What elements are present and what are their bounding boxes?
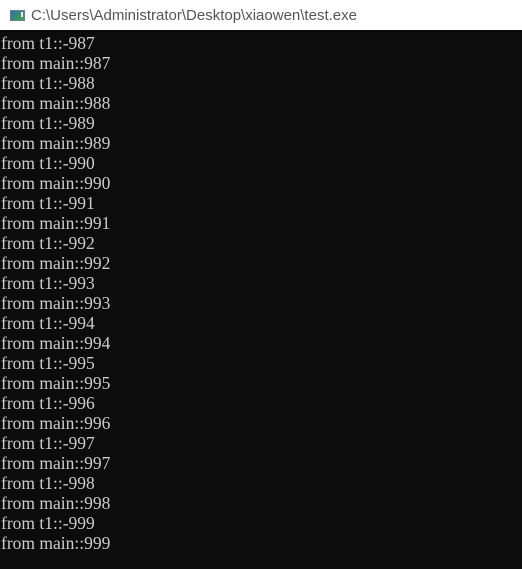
console-line: from main::994	[1, 333, 111, 353]
console-line: from main::999	[1, 533, 111, 553]
console-line: from t1::-994	[1, 313, 95, 333]
window-titlebar[interactable]: C:\Users\Administrator\Desktop\xiaowen\t…	[0, 0, 522, 30]
console-line: from t1::-988	[1, 73, 95, 93]
console-line: from main::990	[1, 173, 111, 193]
window-title: C:\Users\Administrator\Desktop\xiaowen\t…	[31, 6, 357, 24]
console-line: from main::992	[1, 253, 111, 273]
console-line: from t1::-991	[1, 193, 95, 213]
console-line: from main::987	[1, 53, 111, 73]
console-line: from t1::-998	[1, 473, 95, 493]
console-line: from main::997	[1, 453, 111, 473]
console-line: from t1::-989	[1, 113, 95, 133]
console-line: from t1::-992	[1, 233, 95, 253]
console-line: from t1::-995	[1, 353, 95, 373]
console-line: from main::991	[1, 213, 111, 233]
console-line: from t1::-987	[1, 33, 95, 53]
console-line: from t1::-999	[1, 513, 95, 533]
console-line: from main::996	[1, 413, 111, 433]
console-line: from t1::-996	[1, 393, 95, 413]
console-line: from main::989	[1, 133, 111, 153]
console-app-icon	[10, 9, 25, 21]
console-line: from t1::-993	[1, 273, 95, 293]
console-line: from main::998	[1, 493, 111, 513]
console-line: from t1::-997	[1, 433, 95, 453]
console-output[interactable]: from t1::-987 from main::987 from t1::-988…	[0, 30, 522, 569]
console-line: from main::988	[1, 93, 111, 113]
console-line: from main::993	[1, 293, 111, 313]
console-line: from main::995	[1, 373, 111, 393]
console-line: from t1::-990	[1, 153, 95, 173]
